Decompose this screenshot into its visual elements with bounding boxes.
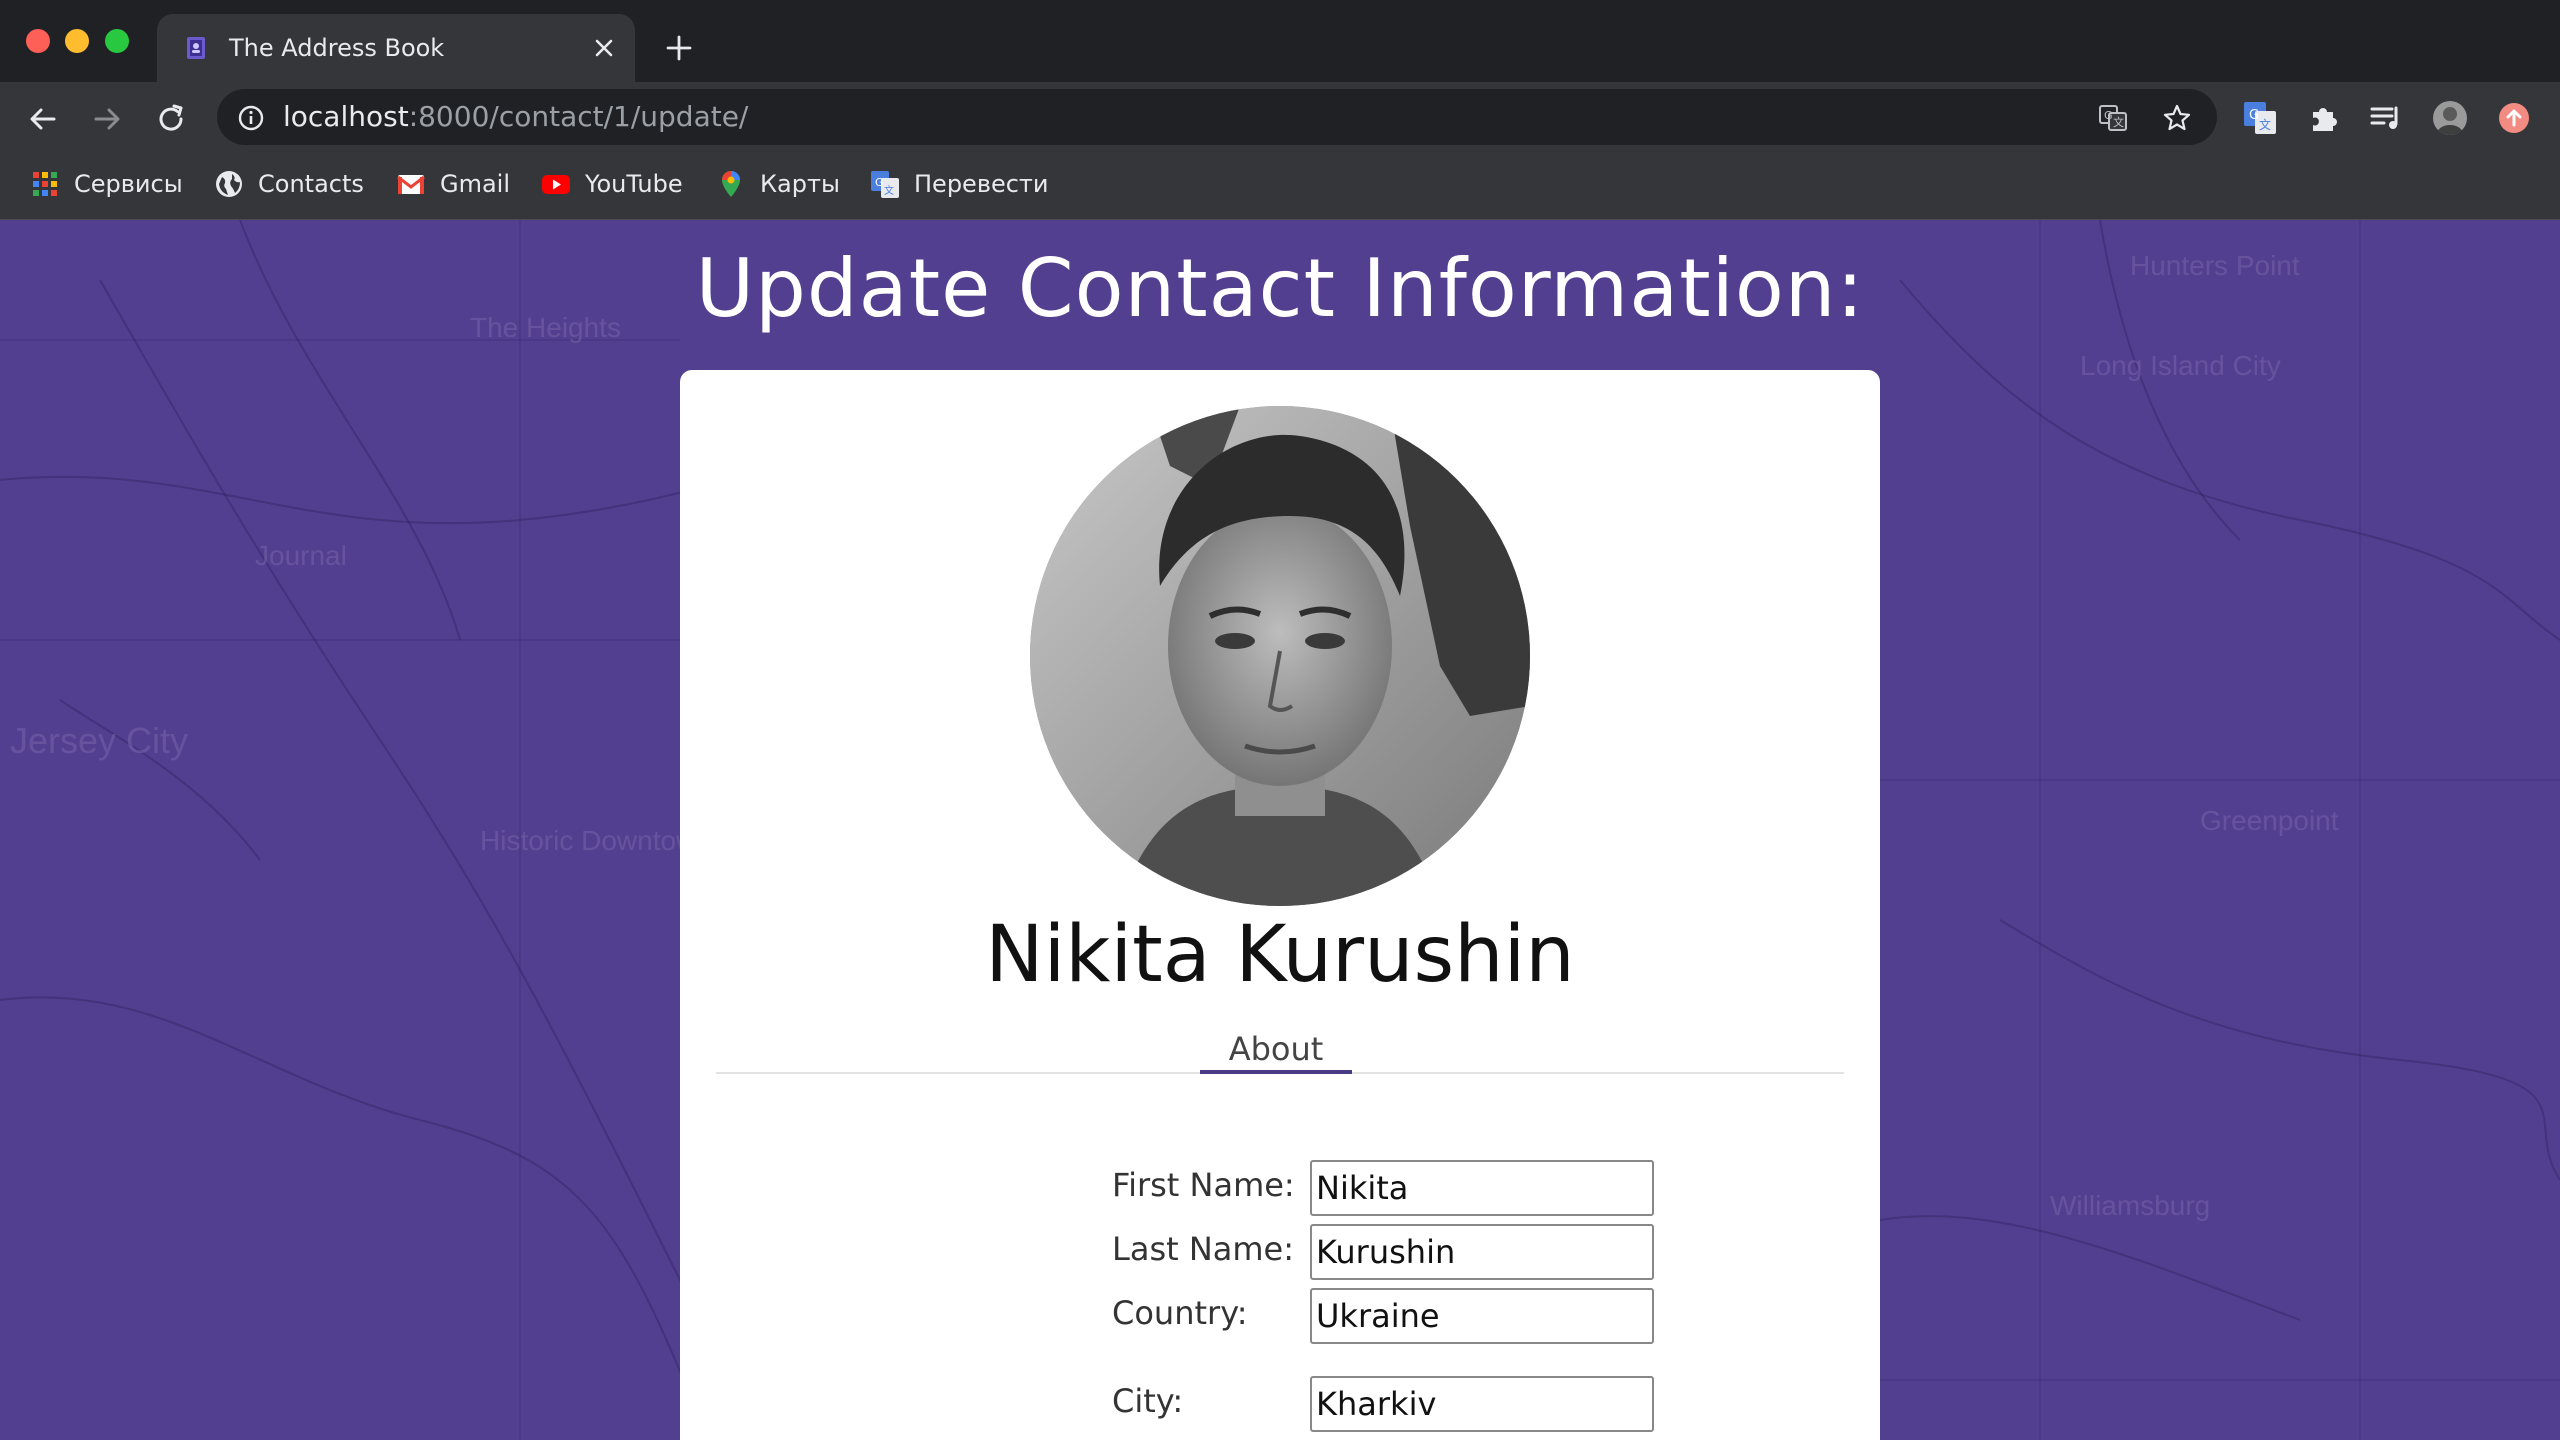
address-bar[interactable]: localhost:8000/contact/1/update/ G 文 [217,89,2217,145]
contact-card: Nikita Kurushin About First Name: Last N… [680,370,1880,1440]
extensions-puzzle-icon[interactable] [2306,100,2342,136]
svg-text:文: 文 [2113,115,2124,129]
window-maximize-button[interactable] [105,29,129,53]
site-info-icon[interactable] [237,104,265,132]
last-name-input[interactable] [1310,1224,1654,1280]
map-label: Journal [255,540,347,571]
country-input[interactable] [1310,1288,1654,1344]
maps-pin-icon [722,171,740,197]
bookmark-label: Сервисы [74,170,183,198]
bookmark-label: Карты [760,170,840,198]
bookmark-gmail[interactable]: Gmail [396,166,510,202]
close-tab-icon[interactable] [591,35,617,61]
bookmark-label: Contacts [258,170,364,198]
window-minimize-button[interactable] [65,29,89,53]
bookmark-label: YouTube [585,170,683,198]
translate-icon: G 文 [871,171,899,198]
svg-text:G: G [2249,108,2259,123]
first-name-label: First Name: [1112,1166,1295,1204]
reload-icon[interactable] [154,102,188,136]
map-label: Long Island City [2080,350,2281,381]
new-tab-plus-icon[interactable] [664,33,694,63]
bookmark-services[interactable]: Сервисы [30,166,183,202]
city-input[interactable] [1310,1376,1654,1432]
url-text[interactable]: localhost:8000/contact/1/update/ [283,100,748,133]
map-label: Jersey City [10,720,189,761]
svg-text:G: G [2104,109,2113,122]
page-viewport: The Heights Journal Jersey City Historic… [0,220,2560,1440]
globe-icon [216,171,242,197]
contact-full-name: Nikita Kurushin [985,910,1575,1000]
svg-text:文: 文 [2259,117,2271,132]
bookmark-youtube[interactable]: YouTube [541,166,683,202]
forward-arrow-icon[interactable] [90,102,124,136]
profile-avatar-icon[interactable] [2432,100,2468,136]
translate-page-icon[interactable]: G 文 [2097,102,2129,134]
page-title: Update Contact Information: [695,242,1865,335]
google-translate-extension-icon[interactable]: G 文 [2242,100,2278,136]
bookmark-label: Gmail [440,170,511,198]
map-label: Williamsburg [2050,1190,2211,1221]
last-name-label: Last Name: [1112,1230,1295,1268]
youtube-icon [542,175,570,194]
contact-tabs: About [716,1030,1844,1074]
media-queue-icon[interactable] [2368,100,2404,136]
contact-avatar [1030,406,1530,906]
first-name-input[interactable] [1310,1160,1654,1216]
svg-text:文: 文 [884,184,894,197]
tab-about[interactable]: About [1200,1030,1352,1074]
map-label: Historic Downtown [480,825,712,856]
city-label: City: [1112,1382,1184,1420]
url-path: :8000/contact/1/update/ [408,100,749,133]
tab-title: The Address Book [229,34,445,62]
bookmark-translate[interactable]: G 文 Перевести [870,166,1049,202]
update-available-icon[interactable] [2496,100,2532,136]
bookmark-contacts[interactable]: Contacts [214,166,364,202]
back-arrow-icon[interactable] [26,102,60,136]
address-book-favicon-icon [187,37,205,59]
country-label: Country: [1112,1294,1248,1332]
bookmark-maps[interactable]: Карты [716,166,840,202]
apps-grid-icon [33,172,57,196]
url-host: localhost [283,100,409,133]
browser-toolbar: localhost:8000/contact/1/update/ G 文 G 文 [0,82,2560,153]
contact-photo-icon [1030,406,1530,906]
svg-text:G: G [875,176,884,189]
bookmark-star-icon[interactable] [2161,102,2193,134]
bookmarks-bar: Сервисы Contacts Gmail YouTube Карты G 文… [0,153,2560,220]
window-close-button[interactable] [26,29,50,53]
gmail-icon [397,175,425,194]
bookmark-label: Перевести [914,170,1049,198]
browser-tab-bar: The Address Book [0,0,2560,82]
map-label: Greenpoint [2200,805,2339,836]
browser-tab-active[interactable]: The Address Book [157,14,635,82]
